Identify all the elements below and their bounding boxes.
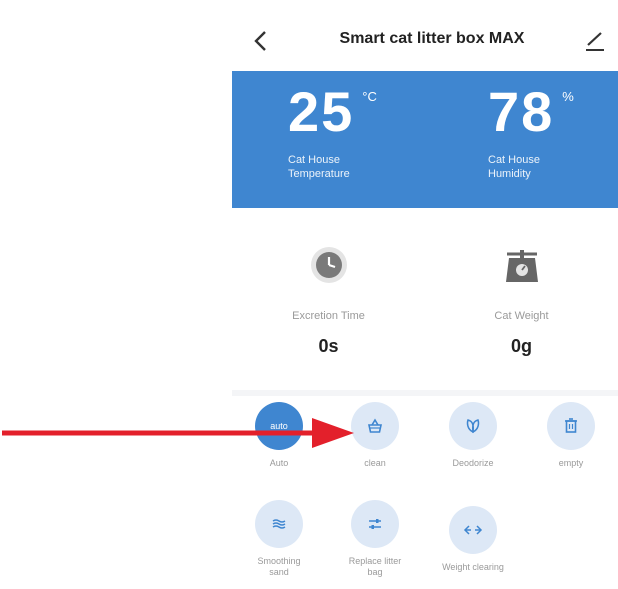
chevron-left-icon	[254, 31, 266, 51]
empty-label: empty	[558, 458, 584, 468]
basket-icon	[368, 418, 382, 433]
replace-litter-bag-button[interactable]: Replace litter bag	[330, 500, 420, 578]
pencil-icon	[586, 32, 604, 51]
trash-icon	[565, 418, 577, 433]
scale-icon	[505, 250, 538, 282]
clock-icon	[310, 247, 347, 283]
header-bar: Smart cat litter box MAX	[232, 18, 618, 68]
cat-weight-value: 0g	[510, 336, 532, 356]
edit-button[interactable]	[584, 30, 608, 54]
temperature-label: Cat House Temperature	[288, 154, 350, 180]
weight-clearing-label: Weight clearing	[442, 562, 504, 572]
humidity-label: Cat House Humidity	[488, 154, 540, 180]
smoothing-sand-label: Smoothing sand	[257, 556, 301, 577]
empty-button[interactable]: empty	[526, 402, 616, 469]
temperature-readout: 25 °C Cat House Temperature	[288, 81, 468, 181]
excretion-time-value: 0s	[318, 336, 339, 356]
weight-clearing-button[interactable]: Weight clearing	[428, 506, 518, 573]
replace-litter-bag-label: Replace litter bag	[348, 556, 402, 577]
humidity-value: 78	[488, 80, 555, 143]
climate-panel: 25 °C Cat House Temperature 78% Cat House…	[232, 71, 618, 208]
stats-section: Excretion Time 0s Cat Weight 0g	[232, 208, 618, 396]
excretion-time-label: Excretion Time	[292, 310, 365, 322]
waves-icon	[272, 519, 286, 529]
temperature-value: 25	[288, 80, 355, 143]
leaf-icon	[466, 419, 480, 434]
cat-weight-stat: Cat Weight 0g	[425, 244, 618, 357]
excretion-time-stat: Excretion Time 0s	[232, 244, 425, 357]
smoothing-sand-button[interactable]: Smoothing sand	[234, 500, 324, 578]
arrows-horizontal-icon	[463, 525, 483, 535]
deodorize-button[interactable]: Deodorize	[428, 402, 518, 469]
deodorize-label: Deodorize	[452, 458, 494, 468]
humidity-unit: %	[562, 89, 574, 104]
auto-label: Auto	[269, 458, 289, 468]
temperature-unit: °C	[362, 89, 377, 104]
sliders-icon	[369, 519, 381, 529]
red-arrow-annotation	[2, 418, 354, 448]
cat-weight-label: Cat Weight	[494, 310, 549, 322]
clean-label: clean	[364, 458, 386, 468]
phone-screen: Smart cat litter box MAX 25 °C Cat House …	[232, 0, 618, 589]
humidity-readout: 78% Cat House Humidity	[488, 81, 618, 181]
page-title: Smart cat litter box MAX	[339, 30, 525, 47]
back-button[interactable]	[246, 26, 274, 56]
